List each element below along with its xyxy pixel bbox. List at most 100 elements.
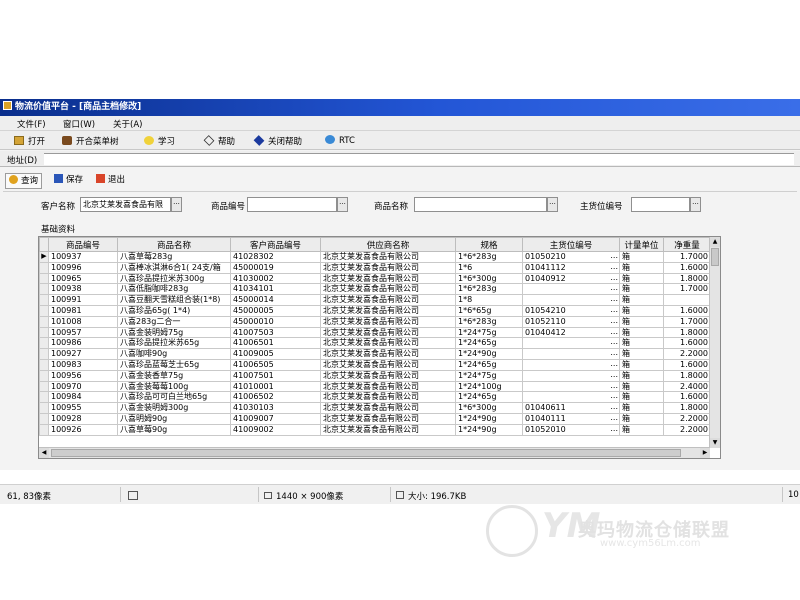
customer-name-picker-button[interactable]: ... <box>171 197 182 212</box>
location-picker-button[interactable]: ... <box>610 339 618 347</box>
row-indicator[interactable] <box>39 294 49 306</box>
cell-product-code[interactable]: 100927 <box>48 348 118 360</box>
scroll-right-arrow-icon[interactable]: ▶ <box>700 448 710 458</box>
cell-product-code[interactable]: 100981 <box>48 304 118 317</box>
cell-spec[interactable]: 1*24*90g <box>455 348 523 360</box>
table-row[interactable]: 100984 八喜珍品可可白兰地65g 41006502 北京艾莱发喜食品有限公司 1*… <box>39 391 711 404</box>
location-picker-button[interactable]: ... <box>610 425 618 433</box>
cell-product-code[interactable]: 100957 <box>48 326 118 339</box>
cell-net-weight[interactable]: 1.6000 <box>663 261 711 274</box>
menu-window[interactable]: 窗口(W) <box>63 118 95 130</box>
cell-product-code[interactable]: 100926 <box>48 423 118 436</box>
table-row[interactable]: 100956 八喜金装香草75g 41007501 北京艾莱发喜食品有限公司 1*24*… <box>39 369 711 382</box>
row-indicator[interactable]: ▶ <box>39 251 49 263</box>
cell-unit[interactable]: 箱 <box>619 337 664 350</box>
cell-net-weight[interactable]: 1.6000 <box>663 391 711 404</box>
cell-supplier-name[interactable]: 北京艾莱发喜食品有限公司 <box>320 391 456 404</box>
cell-unit[interactable]: 箱 <box>619 348 664 360</box>
customer-name-input[interactable]: 北京艾莱发喜食品有限 <box>80 197 171 212</box>
cell-main-location[interactable]: 01052110... <box>522 315 620 328</box>
location-picker-button[interactable]: ... <box>610 317 618 325</box>
cell-net-weight[interactable]: 1.6000 <box>663 304 711 317</box>
cell-product-name[interactable]: 八喜棒冰淇淋6合1( 24支/箱 <box>117 261 231 274</box>
product-name-picker-button[interactable]: ... <box>547 197 558 212</box>
cell-spec[interactable]: 1*24*100g <box>455 380 523 393</box>
cell-product-name[interactable]: 八喜珍品蓝莓芝士65g <box>117 358 231 371</box>
cell-main-location[interactable]: ... <box>522 380 620 393</box>
cell-net-weight[interactable]: 1.8000 <box>663 272 711 285</box>
cell-spec[interactable]: 1*6*300g <box>455 402 523 414</box>
cell-product-name[interactable]: 八喜283g二合一 <box>117 315 231 328</box>
row-indicator[interactable] <box>39 315 49 328</box>
cell-main-location[interactable]: ... <box>522 391 620 404</box>
learn-button[interactable]: 学习 <box>144 135 175 147</box>
cell-customer-product-code[interactable]: 41010001 <box>230 380 321 393</box>
cell-supplier-name[interactable]: 北京艾莱发喜食品有限公司 <box>320 402 456 414</box>
cell-supplier-name[interactable]: 北京艾莱发喜食品有限公司 <box>320 423 456 436</box>
close-help-button[interactable]: 关闭帮助 <box>253 135 302 147</box>
cell-net-weight[interactable]: 1.8000 <box>663 369 711 382</box>
rtc-button[interactable]: RTC <box>325 135 355 146</box>
location-picker-button[interactable]: ... <box>610 306 618 314</box>
vertical-scroll-thumb[interactable] <box>711 248 719 266</box>
table-row[interactable]: 100926 八喜草莓90g 41009002 北京艾莱发喜食品有限公司 1*24*90… <box>39 423 711 436</box>
cell-supplier-name[interactable]: 北京艾莱发喜食品有限公司 <box>320 358 456 371</box>
address-input[interactable] <box>44 153 794 165</box>
col-header-supplier-name[interactable]: 供应商名称 <box>320 237 456 252</box>
table-row[interactable]: ▶ 100937 八喜草莓283g 41028302 北京艾莱发喜食品有限公司 1*6*2… <box>39 251 711 263</box>
location-picker-button[interactable]: ... <box>610 328 618 336</box>
cell-net-weight[interactable]: 1.6000 <box>663 337 711 350</box>
cell-net-weight[interactable]: 1.6000 <box>663 358 711 371</box>
scroll-up-arrow-icon[interactable]: ▲ <box>710 237 720 247</box>
location-picker-button[interactable]: ... <box>610 252 618 260</box>
cell-customer-product-code[interactable]: 45000019 <box>230 261 321 274</box>
cell-unit[interactable]: 箱 <box>619 412 664 425</box>
cell-product-code[interactable]: 100938 <box>48 283 118 296</box>
cell-customer-product-code[interactable]: 45000005 <box>230 304 321 317</box>
cell-supplier-name[interactable]: 北京艾莱发喜食品有限公司 <box>320 412 456 425</box>
row-indicator[interactable] <box>39 402 49 414</box>
cell-supplier-name[interactable]: 北京艾莱发喜食品有限公司 <box>320 304 456 317</box>
cell-supplier-name[interactable]: 北京艾莱发喜食品有限公司 <box>320 294 456 306</box>
col-header-spec[interactable]: 规格 <box>455 237 523 252</box>
location-picker-button[interactable]: ... <box>610 404 618 412</box>
product-name-input[interactable] <box>414 197 547 212</box>
cell-spec[interactable]: 1*6*283g <box>455 251 523 263</box>
cell-customer-product-code[interactable]: 41034101 <box>230 283 321 296</box>
row-indicator[interactable] <box>39 326 49 339</box>
cell-main-location[interactable]: ... <box>522 294 620 306</box>
cell-net-weight[interactable] <box>663 294 711 306</box>
cell-product-code[interactable]: 100937 <box>48 251 118 263</box>
cell-spec[interactable]: 1*6 <box>455 261 523 274</box>
location-picker-button[interactable]: ... <box>610 350 618 358</box>
cell-product-name[interactable]: 八喜金装莓莓100g <box>117 380 231 393</box>
table-row[interactable]: 100996 八喜棒冰淇淋6合1( 24支/箱 45000019 北京艾莱发喜食品有限… <box>39 261 711 274</box>
location-picker-button[interactable]: ... <box>610 382 618 390</box>
help-button[interactable]: 帮助 <box>203 135 235 147</box>
cell-net-weight[interactable]: 2.2000 <box>663 412 711 425</box>
row-indicator[interactable] <box>39 272 49 285</box>
cell-supplier-name[interactable]: 北京艾莱发喜食品有限公司 <box>320 315 456 328</box>
cell-spec[interactable]: 1*8 <box>455 294 523 306</box>
cell-unit[interactable]: 箱 <box>619 402 664 414</box>
cell-product-name[interactable]: 八喜珍品提拉米苏300g <box>117 272 231 285</box>
cell-product-code[interactable]: 100965 <box>48 272 118 285</box>
menu-about[interactable]: 关于(A) <box>113 118 142 130</box>
cell-supplier-name[interactable]: 北京艾莱发喜食品有限公司 <box>320 251 456 263</box>
col-header-product-code[interactable]: 商品编号 <box>48 237 118 252</box>
cell-unit[interactable]: 箱 <box>619 304 664 317</box>
cell-customer-product-code[interactable]: 41028302 <box>230 251 321 263</box>
location-picker-button[interactable]: ... <box>610 296 618 304</box>
cell-unit[interactable]: 箱 <box>619 315 664 328</box>
cell-main-location[interactable]: ... <box>522 369 620 382</box>
cell-product-name[interactable]: 八喜豆翻天雪糕组合装(1*8) <box>117 294 231 306</box>
scroll-down-arrow-icon[interactable]: ▼ <box>710 438 720 448</box>
cell-customer-product-code[interactable]: 41007503 <box>230 326 321 339</box>
toggle-menu-tree-button[interactable]: 开合菜单树 <box>62 135 119 147</box>
cell-spec[interactable]: 1*24*65g <box>455 358 523 371</box>
cell-main-location[interactable]: ... <box>522 283 620 296</box>
cell-product-name[interactable]: 八喜珍品可可白兰地65g <box>117 391 231 404</box>
cell-customer-product-code[interactable]: 45000010 <box>230 315 321 328</box>
cell-customer-product-code[interactable]: 41007501 <box>230 369 321 382</box>
table-row[interactable]: 100981 八喜珍品65g( 1*4) 45000005 北京艾莱发喜食品有限公司 1… <box>39 304 711 317</box>
